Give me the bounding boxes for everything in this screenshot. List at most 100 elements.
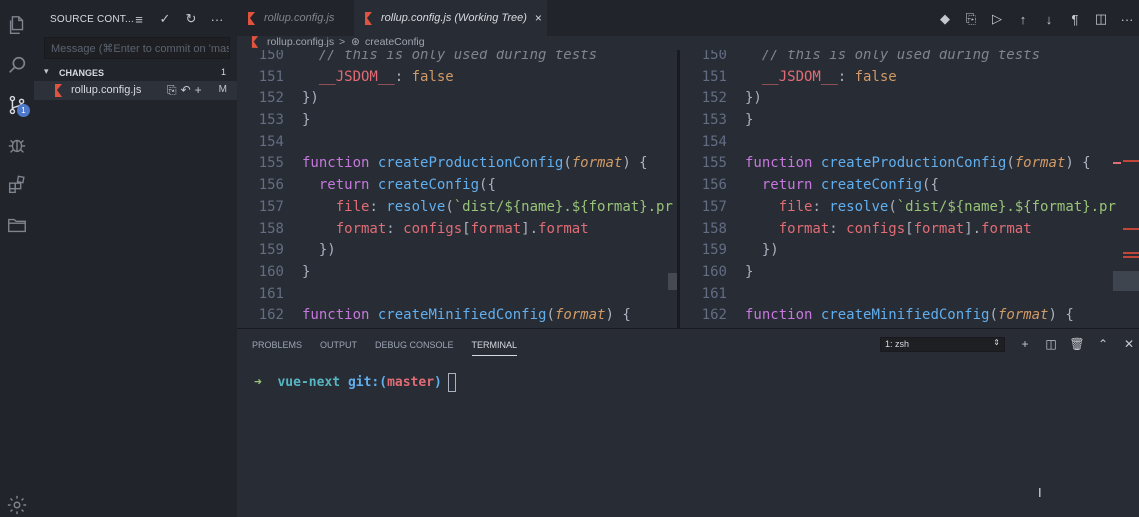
breadcrumb-file[interactable]: rollup.config.js [267,36,334,48]
breadcrumb-symbol[interactable]: createConfig [365,36,425,48]
open-changes-icon[interactable]: ◆ [937,10,953,28]
rollup-file-icon [251,36,259,48]
changed-file-name: rollup.config.js [71,84,142,96]
editor-tab-bar: rollup.config.js rollup.config.js (Worki… [237,0,1139,36]
tab-terminal[interactable]: TERMINAL [471,340,518,356]
commit-check-icon[interactable]: ✓ [157,10,173,28]
diff-left-editor[interactable]: 150 // this is only used during tests 151… [237,50,678,328]
overview-change-mark [1123,256,1139,258]
rollup-file-icon [365,11,372,25]
tab-output[interactable]: OUTPUT [320,340,357,356]
folder-icon[interactable] [5,213,29,237]
code-text: __JSDOM__: false [318,68,454,85]
select-arrows-icon: ⇕ [993,338,1000,347]
code-text: } [302,263,311,280]
line-number: 152 [701,90,727,107]
line-number: 157 [701,198,727,215]
maximize-panel-icon[interactable]: ⌃ [1095,336,1111,352]
view-as-tree-icon[interactable]: ≡ [131,10,147,28]
code-text: }) [745,242,779,259]
code-text: function createProductionConfig(format) … [745,155,1091,172]
prompt-git-close: ) [434,375,442,390]
tab-debug-console[interactable]: DEBUG CONSOLE [375,340,454,356]
prompt-branch: master [387,375,435,390]
more-actions-icon[interactable]: ··· [209,10,225,28]
search-icon[interactable] [5,53,29,77]
previous-change-icon[interactable]: ↑ [1015,10,1031,28]
source-control-sidebar: SOURCE CONT... ≡ ✓ ↻ ··· Message (⌘Enter… [34,0,237,517]
discard-changes-icon[interactable]: ↶ [181,83,191,98]
scm-badge: 1 [17,104,30,117]
rollup-file-icon [248,11,255,25]
line-number: 162 [258,307,284,324]
changed-file-row[interactable]: rollup.config.js ⎘ ↶ + M [34,81,237,100]
prompt-arrow: ➜ [254,375,262,390]
line-number: 156 [701,177,727,194]
overview-change-mark [1123,228,1139,230]
line-number: 156 [258,177,284,194]
code-text: __JSDOM__: false [761,68,897,85]
overview-change-mark [1113,162,1121,164]
bottom-panel: PROBLEMS OUTPUT DEBUG CONSOLE TERMINAL 1… [237,328,1139,517]
open-file-icon[interactable]: ⎘ [963,10,979,28]
extensions-icon[interactable] [5,173,29,197]
line-number: 150 [701,50,727,63]
prompt-dir: vue-next [277,375,341,390]
tab-label: rollup.config.js (Working Tree) [381,12,527,24]
code-text: } [745,112,754,129]
code-text: }) [302,90,319,107]
rollup-file-icon [55,84,62,97]
line-number: 151 [258,68,284,85]
right-scrollbar[interactable] [1113,271,1139,291]
terminal-prompt[interactable]: ➜ vue-next git:(master) [254,373,456,392]
line-number: 158 [701,220,727,237]
line-number: 153 [258,112,284,129]
code-text: }) [745,90,762,107]
explorer-icon[interactable] [5,13,29,37]
sidebar-title: SOURCE CONT... [50,14,134,25]
run-icon[interactable]: ▷ [989,10,1005,28]
open-file-icon[interactable]: ⎘ [167,83,177,98]
code-text: function createMinifiedConfig(format) { [302,307,631,324]
breadcrumb-separator: > [339,36,346,48]
activity-bar: 1 [0,0,34,517]
stage-changes-icon[interactable]: + [195,83,202,98]
code-text: // this is only used during tests [302,50,598,63]
code-text: } [745,263,754,280]
refresh-icon[interactable]: ↻ [183,10,199,28]
code-text: file: resolve(`dist/${name}.${format}.pr [778,198,1116,215]
code-text: function createMinifiedConfig(format) { [745,307,1074,324]
tab-rollup-config[interactable]: rollup.config.js [247,0,357,36]
line-number: 154 [258,133,284,150]
tab-problems[interactable]: PROBLEMS [252,340,302,356]
line-number: 160 [701,263,727,280]
changes-section-header[interactable]: ▾ CHANGES 1 [34,65,237,81]
debug-icon[interactable] [5,133,29,157]
code-text: file: resolve(`dist/${name}.${format}.pr [335,198,673,215]
code-text: // this is only used during tests [745,50,1041,63]
changes-count: 1 [220,67,226,77]
diff-right-editor[interactable]: 150 // this is only used during tests 151… [680,50,1139,328]
split-editor-icon[interactable]: ◫ [1093,10,1109,28]
commit-message-input[interactable]: Message (⌘Enter to commit on 'maste [44,37,230,59]
next-change-icon[interactable]: ↓ [1041,10,1057,28]
new-terminal-icon[interactable]: + [1017,336,1033,352]
settings-gear-icon[interactable] [5,493,29,517]
code-text: return createConfig({ [761,177,939,194]
line-number: 155 [701,155,727,172]
line-number: 154 [701,133,727,150]
terminal-select[interactable]: 1: zsh ⇕ [880,337,1005,352]
code-text: } [302,112,311,129]
close-panel-icon[interactable]: ✕ [1121,336,1137,352]
whitespace-icon[interactable]: ¶ [1067,10,1083,28]
code-text: format: configs[format].format [335,220,589,237]
more-actions-icon[interactable]: ··· [1119,10,1135,28]
code-text: return createConfig({ [318,177,496,194]
split-terminal-icon[interactable]: ◫ [1043,336,1059,352]
changes-label: CHANGES [59,68,105,78]
trash-icon[interactable]: 🗑 [1069,336,1085,352]
symbol-method-icon: ⊛ [351,36,360,48]
breadcrumb: rollup.config.js > ⊛ createConfig [237,36,1139,50]
tab-rollup-config-working-tree[interactable]: rollup.config.js (Working Tree) × [354,0,547,36]
close-tab-icon[interactable]: × [535,11,542,25]
